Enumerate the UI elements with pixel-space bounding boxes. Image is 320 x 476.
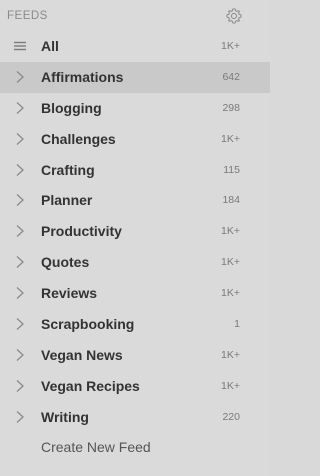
chevron-right-icon[interactable]: [13, 317, 27, 331]
feed-item-count: 1K+: [221, 40, 240, 52]
feed-item-blogging[interactable]: Blogging 298: [0, 93, 270, 124]
chevron-right-icon[interactable]: [13, 379, 27, 393]
chevron-right-icon[interactable]: [13, 70, 27, 84]
create-new-feed-link[interactable]: Create New Feed: [41, 439, 151, 455]
feed-item-label: All: [41, 38, 59, 54]
feed-item-label: Productivity: [41, 223, 122, 240]
feed-item-label: Reviews: [41, 285, 98, 302]
feed-item-count: 115: [223, 163, 240, 176]
feed-item-count: 1K+: [221, 132, 240, 145]
feed-item-label: Challenges: [41, 130, 116, 147]
feed-item-count: 642: [222, 70, 240, 83]
feed-item-vegan-recipes[interactable]: Vegan Recipes 1K+: [0, 371, 270, 402]
feed-item-count: 1K+: [221, 348, 240, 361]
feed-item-count: 1K+: [221, 379, 240, 392]
feed-item-scrapbooking[interactable]: Scrapbooking 1: [0, 309, 270, 340]
feed-item-label: Crafting: [41, 161, 95, 178]
feed-item-count: 184: [222, 194, 240, 207]
feeds-header-title: FEEDS: [7, 10, 48, 22]
gear-icon[interactable]: [225, 7, 243, 25]
feed-item-quotes[interactable]: Quotes 1K+: [0, 247, 270, 278]
feed-item-count: 298: [222, 101, 240, 114]
chevron-right-icon[interactable]: [13, 163, 27, 177]
chevron-right-icon[interactable]: [13, 348, 27, 362]
chevron-right-icon[interactable]: [13, 255, 27, 269]
feeds-sidebar: FEEDS All 1K+ Affirmations 642 Blogging 298 Ch…: [0, 0, 270, 476]
feed-item-label: Planner: [41, 192, 93, 209]
feed-item-challenges[interactable]: Challenges 1K+: [0, 124, 270, 155]
feed-list: All 1K+ Affirmations 642 Blogging 298 Challeng…: [0, 31, 270, 433]
feed-item-label: Writing: [41, 408, 89, 425]
feed-item-label: Scrapbooking: [41, 316, 135, 333]
feed-item-label: Vegan Recipes: [41, 377, 140, 394]
feed-item-crafting[interactable]: Crafting 115: [0, 155, 270, 186]
feeds-header: FEEDS: [0, 0, 270, 32]
chevron-right-icon[interactable]: [13, 224, 27, 238]
feed-item-productivity[interactable]: Productivity 1K+: [0, 216, 270, 247]
chevron-right-icon[interactable]: [13, 410, 27, 424]
feed-item-reviews[interactable]: Reviews 1K+: [0, 278, 270, 309]
feed-item-vegan-news[interactable]: Vegan News 1K+: [0, 340, 270, 371]
chevron-right-icon[interactable]: [13, 286, 27, 300]
feed-item-planner[interactable]: Planner 184: [0, 185, 270, 216]
chevron-right-icon[interactable]: [13, 193, 27, 207]
feed-item-all[interactable]: All 1K+: [0, 31, 270, 62]
feed-item-label: Vegan News: [41, 346, 123, 363]
feed-item-writing[interactable]: Writing 220: [0, 402, 270, 433]
feed-item-count: 220: [222, 410, 240, 423]
menu-lines-icon: [13, 39, 27, 53]
feed-item-affirmations[interactable]: Affirmations 642: [0, 61, 270, 93]
chevron-right-icon[interactable]: [13, 132, 27, 146]
chevron-right-icon[interactable]: [13, 101, 27, 115]
feed-item-count: 1K+: [221, 256, 240, 269]
feed-item-label: Affirmations: [41, 68, 124, 85]
feed-item-count: 1K+: [221, 287, 240, 300]
feed-item-count: 1K+: [221, 225, 240, 238]
feed-item-label: Quotes: [41, 254, 90, 271]
feed-item-label: Blogging: [41, 99, 102, 116]
feed-item-count: 1: [234, 318, 240, 331]
